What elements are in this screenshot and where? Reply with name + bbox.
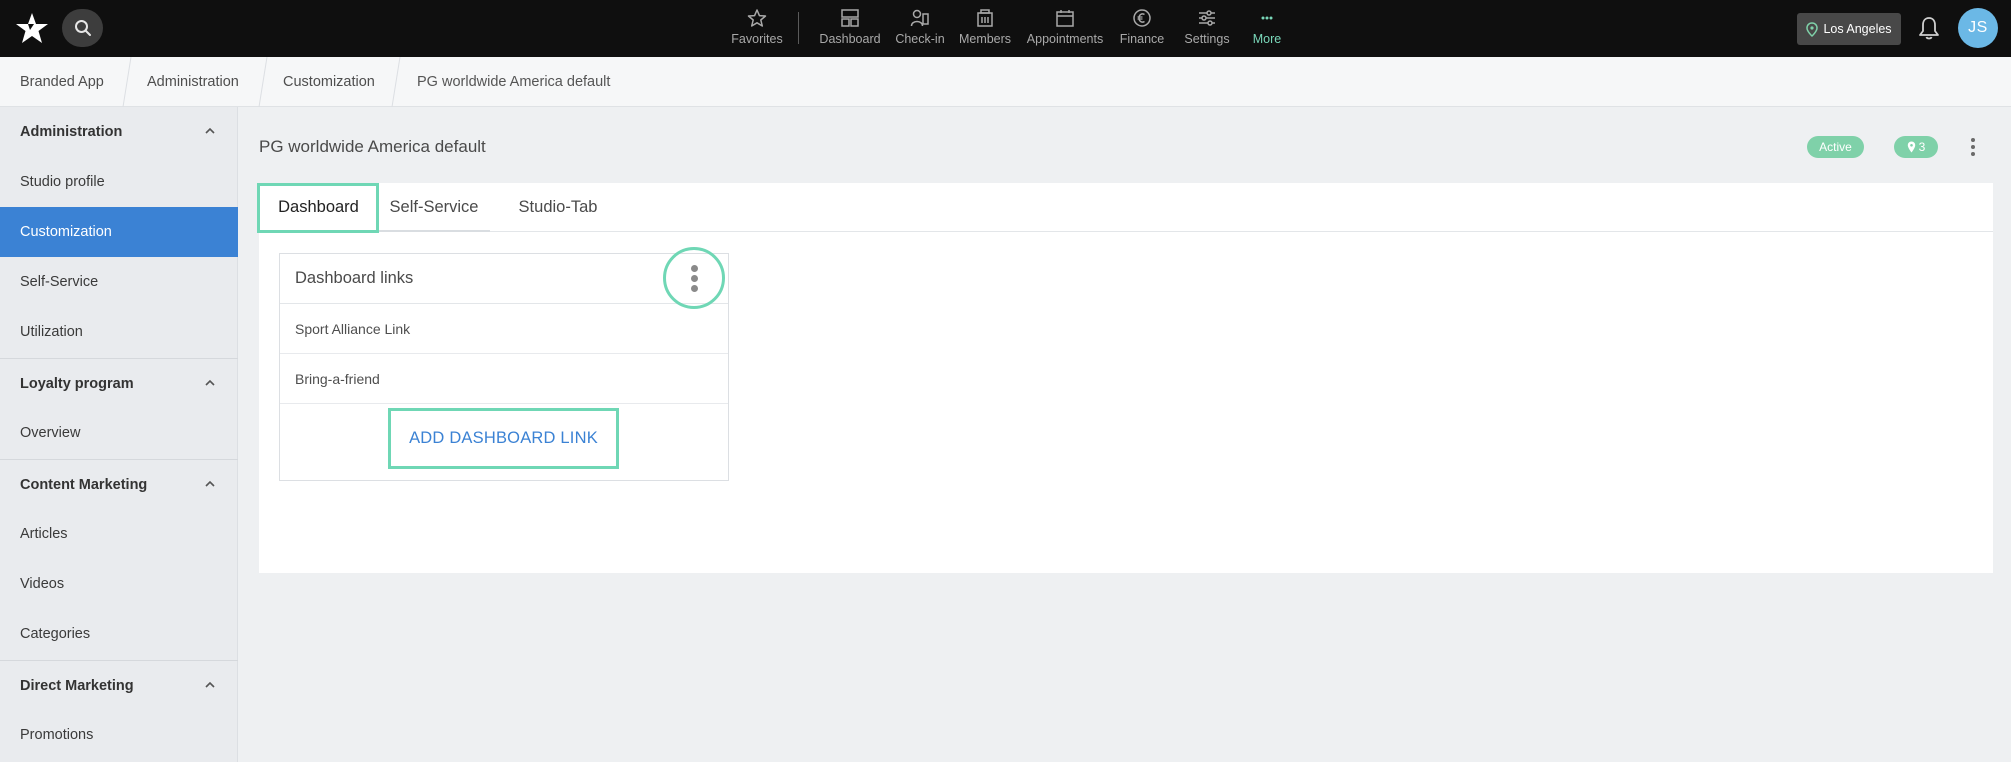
nav-label: Members xyxy=(958,32,1012,46)
tab-studio-tab[interactable]: Studio-Tab xyxy=(500,183,616,232)
list-item[interactable]: Bring-a-friend xyxy=(280,354,728,404)
sidebar-item-label: Articles xyxy=(20,526,68,542)
top-navigation-bar: Favorites Dashboard Check-in Members App… xyxy=(0,0,2011,57)
sidebar-item-label: Videos xyxy=(20,576,65,592)
sidebar-item-customization[interactable]: Customization xyxy=(0,207,238,257)
page-more-options-button[interactable] xyxy=(1963,134,1983,160)
sidebar-item-label: Promotions xyxy=(20,727,94,743)
tab-label: Studio-Tab xyxy=(518,198,598,216)
search-button[interactable] xyxy=(62,9,103,47)
nav-appointments[interactable]: Appointments xyxy=(1024,8,1106,48)
sidebar-item-videos[interactable]: Videos xyxy=(0,559,238,609)
nav-label: Dashboard xyxy=(819,32,881,46)
tab-dashboard-highlight xyxy=(257,183,379,233)
sidebar-section-administration[interactable]: Administration xyxy=(0,107,238,157)
kebab-dot xyxy=(1971,152,1975,156)
card-more-options-button[interactable] xyxy=(663,247,725,309)
sidebar-section-title: Direct Marketing xyxy=(20,677,134,694)
chevron-up-icon xyxy=(205,127,215,134)
list-item[interactable]: Sport Alliance Link xyxy=(280,304,728,354)
sidebar-item-utilization[interactable]: Utilization xyxy=(0,307,238,357)
nav-settings[interactable]: Settings xyxy=(1179,8,1235,48)
breadcrumb-item[interactable]: Customization xyxy=(283,74,375,90)
nav-favorites[interactable]: Favorites xyxy=(727,8,787,48)
sidebar-item-label: Categories xyxy=(20,626,91,642)
sidebar-section-direct-marketing[interactable]: Direct Marketing xyxy=(0,660,238,710)
sidebar-section-title: Administration xyxy=(20,124,123,140)
list-item-label: Bring-a-friend xyxy=(295,370,380,387)
nav-label: Check-in xyxy=(895,32,945,46)
add-dashboard-link-button[interactable]: ADD DASHBOARD LINK xyxy=(388,408,619,469)
calendar-icon xyxy=(1056,10,1074,27)
breadcrumb: Branded App Administration Customization… xyxy=(0,57,2011,107)
location-selector[interactable]: Los Angeles xyxy=(1797,13,1901,45)
breadcrumb-item[interactable]: Branded App xyxy=(20,74,104,90)
sliders-icon xyxy=(1199,10,1215,26)
sidebar-item-self-service[interactable]: Self-Service xyxy=(0,257,238,307)
sidebar-section-title: Content Marketing xyxy=(20,476,148,493)
sidebar-item-promotions[interactable]: Promotions xyxy=(0,710,238,760)
nav-check-in[interactable]: Check-in xyxy=(894,8,946,48)
notifications-bell-icon[interactable] xyxy=(1917,15,1941,41)
kebab-dot xyxy=(1971,138,1975,142)
brand-logo-icon[interactable] xyxy=(14,11,50,45)
kebab-dot xyxy=(690,274,698,282)
nav-label: Settings xyxy=(1184,32,1230,46)
nav-members[interactable]: Members xyxy=(957,8,1013,48)
card-title: Dashboard links xyxy=(280,254,728,304)
euro-icon xyxy=(1133,9,1151,27)
chevron-up-icon xyxy=(205,480,215,487)
members-icon xyxy=(977,9,993,27)
location-pin-icon xyxy=(1806,21,1819,37)
chevron-up-icon xyxy=(205,681,215,688)
status-badge: Active xyxy=(1807,136,1864,158)
nav-label: Appointments xyxy=(1026,32,1104,46)
sidebar-section-loyalty-program[interactable]: Loyalty program xyxy=(0,358,238,408)
search-icon xyxy=(74,20,91,36)
list-item-label: Sport Alliance Link xyxy=(295,320,411,337)
nav-label: Finance xyxy=(1119,32,1165,46)
sidebar-item-articles[interactable]: Articles xyxy=(0,509,238,559)
chevron-up-icon xyxy=(205,379,215,386)
sidebar-item-label: Overview xyxy=(20,425,81,441)
sidebar-item-categories[interactable]: Categories xyxy=(0,609,238,659)
breadcrumb-item[interactable]: Administration xyxy=(147,74,239,90)
sidebar-item-label: Customization xyxy=(20,224,112,240)
nav-label: Favorites xyxy=(731,32,783,46)
nav-dashboard[interactable]: Dashboard xyxy=(818,8,882,48)
check-in-icon xyxy=(910,9,929,27)
nav-finance[interactable]: Finance xyxy=(1118,8,1166,48)
kebab-dot xyxy=(690,264,698,272)
sidebar-item-label: Utilization xyxy=(20,324,83,340)
tab-self-service[interactable]: Self-Service xyxy=(378,183,490,232)
user-avatar[interactable]: JS xyxy=(1958,8,1998,48)
location-pin-icon xyxy=(1907,141,1915,153)
nav-more[interactable]: More xyxy=(1250,8,1284,48)
breadcrumb-separator xyxy=(258,57,268,107)
page-title: PG worldwide America default xyxy=(259,137,486,156)
star-icon xyxy=(747,9,767,27)
breadcrumb-separator xyxy=(391,57,401,107)
tab-label: Self-Service xyxy=(389,198,479,216)
sidebar-item-label: Studio profile xyxy=(20,174,105,190)
sidebar-item-overview[interactable]: Overview xyxy=(0,408,238,458)
location-count: 3 xyxy=(1918,140,1926,154)
nav-label: More xyxy=(1252,32,1282,46)
location-label: Los Angeles xyxy=(1823,22,1892,36)
sidebar-section-title: Loyalty program xyxy=(20,375,134,392)
sidebar: Administration Studio profile Customizat… xyxy=(0,107,238,762)
location-count-badge: 3 xyxy=(1894,136,1938,158)
sidebar-section-content-marketing[interactable]: Content Marketing xyxy=(0,459,238,509)
sidebar-item-label: Self-Service xyxy=(20,274,99,290)
kebab-dot xyxy=(1971,145,1975,149)
sidebar-item-studio-profile[interactable]: Studio profile xyxy=(0,157,238,207)
more-dots-icon xyxy=(1261,16,1273,20)
dashboard-icon xyxy=(841,9,859,27)
kebab-dot xyxy=(690,284,698,292)
breadcrumb-current: PG worldwide America default xyxy=(417,74,611,90)
breadcrumb-separator xyxy=(122,57,132,107)
nav-divider xyxy=(798,12,799,44)
